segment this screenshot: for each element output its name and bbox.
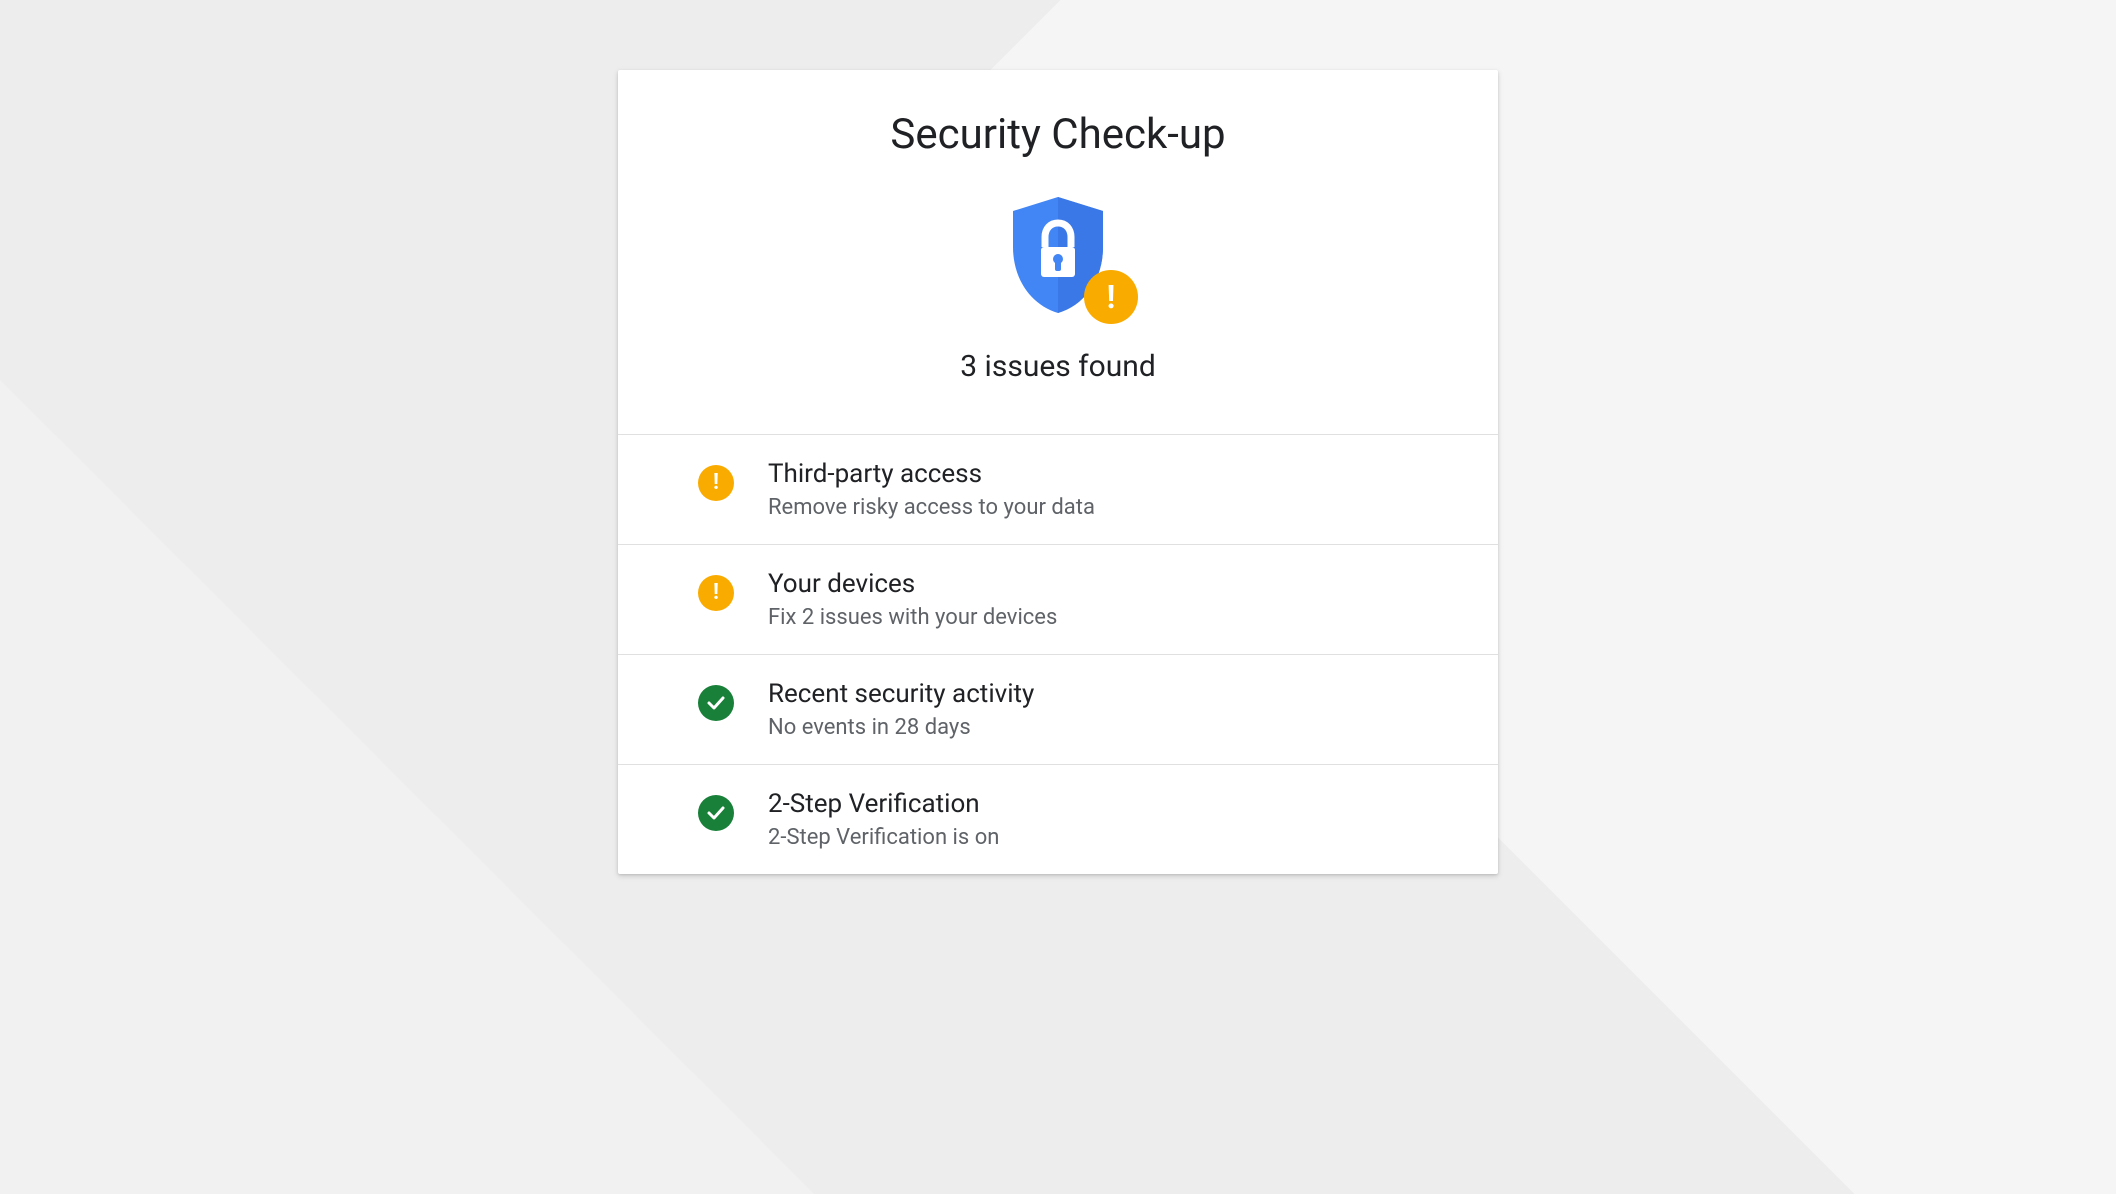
warning-badge-icon: ! — [1084, 270, 1138, 324]
item-title: Third-party access — [768, 459, 1458, 489]
item-third-party-access[interactable]: ! Third-party access Remove risky access… — [618, 435, 1498, 545]
item-title: Recent security activity — [768, 679, 1458, 709]
item-subtitle: Fix 2 issues with your devices — [768, 605, 1458, 630]
shield-lock-icon: ! — [993, 189, 1123, 319]
item-recent-security-activity[interactable]: Recent security activity No events in 28… — [618, 655, 1498, 765]
item-title: 2-Step Verification — [768, 789, 1458, 819]
item-subtitle: No events in 28 days — [768, 715, 1458, 740]
shield-icon-container: ! — [658, 189, 1458, 319]
warning-icon: ! — [698, 575, 734, 611]
item-subtitle: 2-Step Verification is on — [768, 825, 1458, 850]
security-checkup-card: Security Check-up ! 3 issues found ! — [618, 70, 1498, 874]
card-title: Security Check-up — [658, 110, 1458, 159]
issues-found-text: 3 issues found — [658, 349, 1458, 384]
item-content: Your devices Fix 2 issues with your devi… — [768, 569, 1458, 630]
card-header: Security Check-up ! 3 issues found — [618, 70, 1498, 435]
item-2-step-verification[interactable]: 2-Step Verification 2-Step Verification … — [618, 765, 1498, 874]
item-content: Recent security activity No events in 28… — [768, 679, 1458, 740]
checkmark-icon — [698, 685, 734, 721]
checkmark-icon — [698, 795, 734, 831]
item-subtitle: Remove risky access to your data — [768, 495, 1458, 520]
item-title: Your devices — [768, 569, 1458, 599]
item-content: 2-Step Verification 2-Step Verification … — [768, 789, 1458, 850]
item-your-devices[interactable]: ! Your devices Fix 2 issues with your de… — [618, 545, 1498, 655]
warning-icon: ! — [698, 465, 734, 501]
item-content: Third-party access Remove risky access t… — [768, 459, 1458, 520]
